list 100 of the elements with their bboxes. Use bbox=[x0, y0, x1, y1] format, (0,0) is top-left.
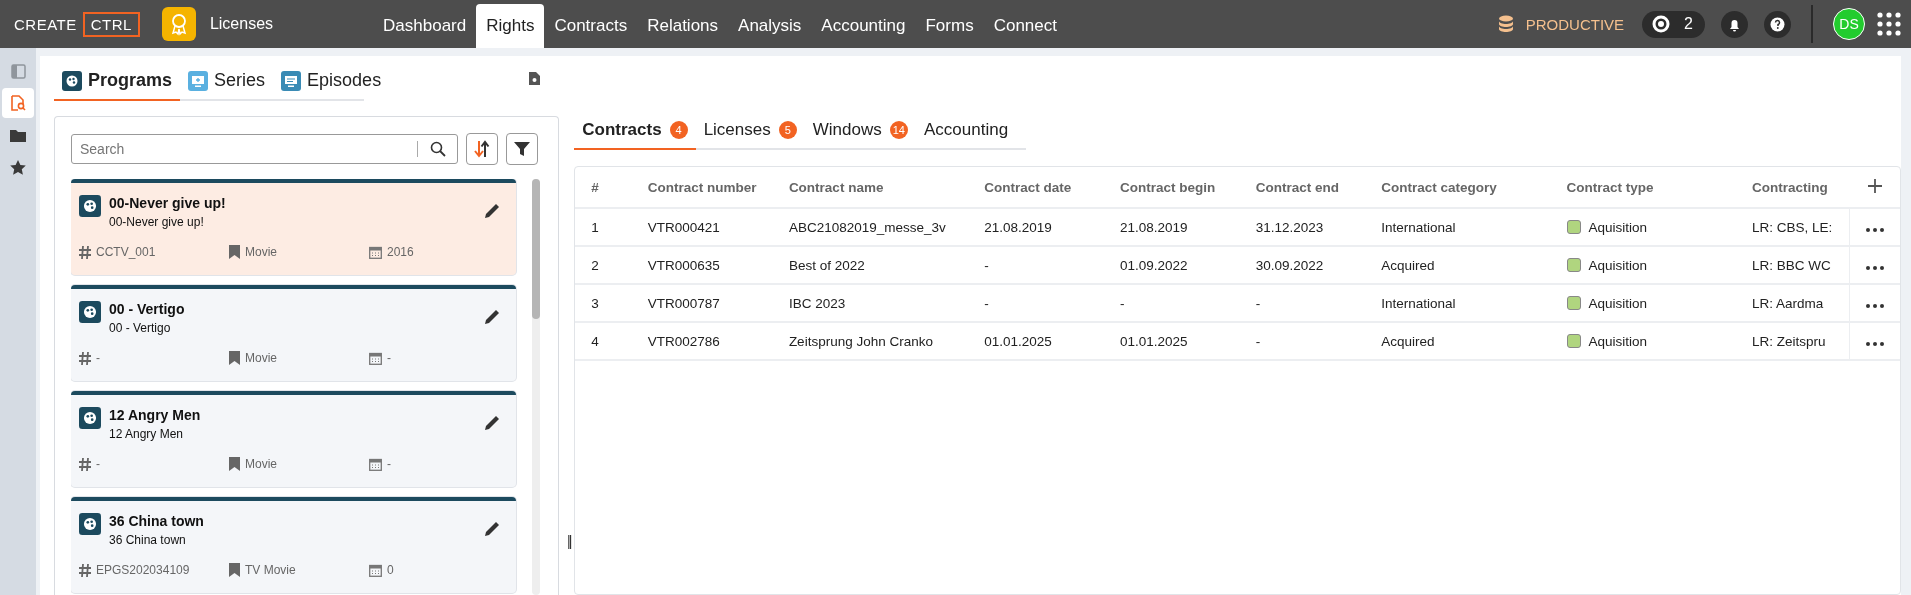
lifebuoy-button[interactable]: 2 bbox=[1642, 10, 1705, 38]
calendar-icon bbox=[369, 457, 382, 471]
program-genre: Movie bbox=[245, 457, 277, 471]
film-reel-icon bbox=[79, 513, 101, 535]
column-header[interactable]: Contract begin bbox=[1104, 167, 1240, 208]
column-header[interactable]: # bbox=[575, 167, 632, 208]
program-title: 00 - Vertigo bbox=[109, 301, 186, 317]
apps-grid-icon[interactable] bbox=[1877, 12, 1901, 36]
nav-tab[interactable]: Forms bbox=[915, 4, 984, 48]
table-cell: - bbox=[1104, 284, 1240, 322]
scrollbar-thumb[interactable] bbox=[532, 179, 540, 319]
environment-label: PRODUCTIVE bbox=[1525, 15, 1625, 33]
program-code: - bbox=[96, 457, 100, 471]
table-cell: VTR000787 bbox=[631, 284, 773, 322]
table-cell: 21.08.2019 bbox=[1104, 208, 1240, 246]
film-reel-icon bbox=[79, 195, 101, 217]
award-icon[interactable] bbox=[161, 7, 196, 41]
bookmark-icon bbox=[229, 245, 240, 259]
document-icon[interactable] bbox=[529, 72, 540, 85]
bell-icon[interactable] bbox=[1721, 10, 1748, 38]
add-icon[interactable] bbox=[1867, 178, 1882, 193]
search-field[interactable]: Search bbox=[71, 134, 458, 164]
program-card[interactable]: 00-Never give up! 00-Never give up! CCTV_001 Movie 2016 bbox=[71, 179, 516, 275]
hash-icon bbox=[79, 351, 91, 365]
edit-icon[interactable] bbox=[484, 203, 500, 219]
detail-tab[interactable]: Licenses 5 bbox=[695, 114, 805, 150]
more-icon[interactable] bbox=[1866, 265, 1885, 270]
table-cell: ABC21082019_messe_3v bbox=[772, 208, 969, 246]
table-cell: 01.09.2022 bbox=[1104, 246, 1240, 284]
category-tab[interactable]: Episodes bbox=[273, 64, 390, 101]
detail-tab[interactable]: Contracts 4 bbox=[574, 114, 696, 150]
edit-icon[interactable] bbox=[484, 521, 500, 537]
table-cell: Aquisition bbox=[1588, 219, 1648, 235]
table-cell: VTR000635 bbox=[631, 246, 773, 284]
table-cell: - bbox=[1239, 284, 1366, 322]
film-reel-icon bbox=[79, 407, 101, 429]
bookmark-icon bbox=[229, 457, 240, 471]
column-header[interactable]: Contract type bbox=[1550, 167, 1736, 208]
splitter-handle[interactable]: || bbox=[567, 533, 571, 549]
column-header[interactable]: Contract category bbox=[1365, 167, 1551, 208]
table-cell: - bbox=[968, 246, 1104, 284]
document-search-icon bbox=[10, 95, 26, 111]
nav-tab[interactable]: Relations bbox=[637, 4, 729, 48]
program-card[interactable]: 36 China town 36 China town EPGS202034109 TV Movie 0 bbox=[71, 497, 516, 593]
database-icon bbox=[1497, 15, 1514, 33]
detail-tab[interactable]: Windows 14 bbox=[804, 114, 916, 150]
nav-tab[interactable]: Analysis bbox=[728, 4, 812, 48]
table-cell: 30.09.2022 bbox=[1239, 246, 1366, 284]
hash-icon bbox=[79, 457, 91, 471]
table-cell: 4 bbox=[575, 322, 632, 360]
category-tab[interactable]: Programs bbox=[54, 64, 181, 101]
nav-tab[interactable]: Connect bbox=[983, 4, 1067, 48]
more-icon[interactable] bbox=[1866, 303, 1885, 308]
search-icon[interactable] bbox=[430, 141, 446, 157]
more-icon[interactable] bbox=[1866, 227, 1885, 232]
program-subtitle: 12 Angry Men bbox=[109, 427, 185, 441]
monitor-icon bbox=[281, 70, 302, 91]
column-header[interactable]: Contracting bbox=[1736, 167, 1850, 208]
hash-icon bbox=[79, 245, 91, 259]
hash-icon bbox=[79, 563, 91, 577]
nav-tab[interactable]: Rights bbox=[476, 4, 545, 48]
table-cell: Acquired bbox=[1365, 246, 1551, 284]
count-badge: 4 bbox=[669, 121, 688, 139]
program-year: 2016 bbox=[387, 245, 414, 259]
edit-icon[interactable] bbox=[484, 415, 500, 431]
help-icon[interactable] bbox=[1764, 10, 1791, 38]
program-card[interactable]: 12 Angry Men 12 Angry Men - Movie - bbox=[71, 391, 516, 487]
nav-tab[interactable]: Contracts bbox=[544, 4, 638, 48]
column-header[interactable]: Contract name bbox=[772, 167, 969, 208]
sort-icon bbox=[474, 140, 490, 158]
column-header[interactable]: Contract date bbox=[968, 167, 1104, 208]
table-cell: International bbox=[1365, 284, 1551, 322]
filter-button[interactable] bbox=[506, 133, 538, 165]
table-cell: LR: Zeitspru bbox=[1736, 322, 1850, 360]
column-header[interactable]: Contract end bbox=[1239, 167, 1366, 208]
table-cell: LR: Aardma bbox=[1736, 284, 1850, 322]
program-subtitle: 36 China town bbox=[109, 533, 187, 547]
calendar-icon bbox=[369, 245, 382, 259]
more-icon[interactable] bbox=[1866, 341, 1885, 346]
nav-tab[interactable]: Dashboard bbox=[373, 4, 477, 48]
table-cell: Aquisition bbox=[1588, 333, 1648, 349]
sort-button[interactable] bbox=[466, 133, 498, 165]
program-genre: Movie bbox=[245, 351, 277, 365]
bookmark-icon bbox=[229, 351, 240, 365]
bookmark-icon bbox=[229, 563, 240, 577]
program-title: 12 Angry Men bbox=[109, 407, 202, 423]
film-reel-icon bbox=[62, 70, 82, 91]
program-year: 0 bbox=[387, 563, 394, 577]
edit-icon[interactable] bbox=[484, 309, 500, 325]
table-cell: IBC 2023 bbox=[772, 284, 969, 322]
count-badge: 14 bbox=[889, 121, 908, 139]
logo-text: CTRL bbox=[82, 11, 140, 37]
table-cell: 21.08.2019 bbox=[968, 208, 1104, 246]
table-cell: VTR000421 bbox=[631, 208, 773, 246]
program-card[interactable]: 00 - Vertigo 00 - Vertigo - Movie - bbox=[71, 285, 516, 381]
lifebuoy-icon bbox=[1652, 15, 1671, 33]
category-tab[interactable]: Series bbox=[180, 64, 274, 101]
nav-tab[interactable]: Accounting bbox=[811, 4, 916, 48]
detail-tab[interactable]: Accounting bbox=[915, 114, 1017, 150]
column-header[interactable]: Contract number bbox=[631, 167, 773, 208]
